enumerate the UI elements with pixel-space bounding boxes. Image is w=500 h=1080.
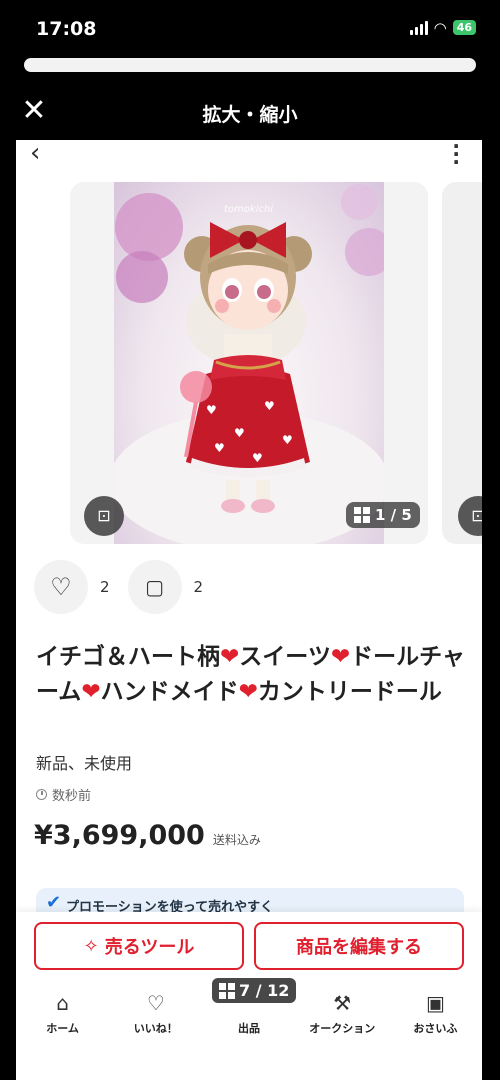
back-icon[interactable]: ‹ (30, 140, 40, 168)
tab-home[interactable]: ⌂ ホーム (16, 990, 109, 1046)
item-price: ¥3,699,000 送料込み (34, 820, 261, 851)
image-counter-text: 1 / 5 (375, 506, 412, 524)
next-image-card[interactable]: ⊡ (442, 182, 482, 544)
edit-item-label: 商品を編集する (296, 937, 422, 958)
shipping-note: 送料込み (212, 833, 261, 847)
heart-emoji-icon: ❤ (238, 679, 258, 705)
product-image-card[interactable]: ♥ ♥ ♥ ♥ ♥ ♥ tomokichi ⊡ 1 / 5 (70, 182, 428, 544)
like-button[interactable]: ♡ (34, 560, 88, 614)
clock-icon (36, 789, 47, 800)
product-photo: ♥ ♥ ♥ ♥ ♥ ♥ tomokichi (114, 182, 384, 544)
grid-icon (219, 982, 235, 999)
status-bar: 17:08 ◠ 46 (0, 0, 500, 60)
status-time: 17:08 (36, 18, 97, 40)
svg-text:♥: ♥ (282, 433, 293, 447)
sparkle-icon: ✧ (83, 935, 99, 957)
product-page: ‹ · · · ♥ ♥ ♥ ♥ ♥ ♥ tomokichi ⊡ 1 / 5 ⊡ … (16, 140, 482, 1080)
sell-tools-label: 売るツール (104, 937, 195, 958)
like-count: 2 (100, 578, 110, 596)
image-counter: 1 / 5 (346, 502, 420, 528)
gavel-icon: ⚒ (333, 991, 352, 1015)
posted-time: 数秒前 (36, 785, 91, 804)
tab-likes[interactable]: ♡ いいね！ (109, 990, 202, 1046)
svg-text:♥: ♥ (264, 399, 275, 413)
pager-text: 7 / 12 (239, 981, 290, 1000)
signal-icon (409, 20, 428, 35)
grid-icon (354, 507, 370, 523)
engagement-actions: ♡ 2 ▢ 2 (34, 560, 221, 614)
zoom-search-icon[interactable]: ⊡ (84, 496, 124, 536)
title-part: カントリードール (257, 679, 442, 705)
svg-text:♥: ♥ (214, 441, 225, 455)
sheet-grabber[interactable] (24, 58, 476, 72)
price-value: ¥3,699,000 (34, 820, 205, 851)
title-part: ハンドメイド (100, 679, 239, 705)
modal-title: 拡大・縮小 (202, 104, 298, 126)
photo-watermark: tomokichi (224, 204, 274, 215)
battery-icon: 46 (452, 20, 476, 35)
posted-time-text: 数秒前 (52, 789, 92, 804)
tab-wallet[interactable]: ▣ おさいふ (389, 990, 482, 1046)
heart-emoji-icon: ❤ (330, 644, 351, 670)
comment-icon: ▢ (145, 575, 164, 599)
heart-emoji-icon: ❤ (81, 679, 101, 705)
tab-home-label: ホーム (46, 1022, 79, 1035)
tab-auction[interactable]: ⚒ オークション (296, 990, 389, 1046)
zoom-search-icon-next[interactable]: ⊡ (458, 496, 482, 536)
item-title: イチゴ＆ハート柄❤スイーツ❤ドールチャーム❤ハンドメイド❤カントリードール (36, 640, 466, 710)
status-indicators: ◠ 46 (409, 18, 476, 37)
title-part: スイーツ (239, 644, 331, 670)
promo-icon: ✔ (46, 892, 62, 913)
comment-count: 2 (193, 578, 204, 596)
wallet-icon: ▣ (425, 991, 445, 1015)
heart-emoji-icon: ❤ (220, 644, 240, 670)
more-icon[interactable]: · · · (452, 140, 460, 172)
tab-auction-label: オークション (309, 1022, 376, 1035)
title-part: イチゴ＆ハート柄 (36, 644, 220, 670)
wifi-icon: ◠ (433, 18, 447, 37)
tab-wallet-label: おさいふ (413, 1022, 458, 1035)
sell-tools-button[interactable]: ✧ 売るツール (34, 922, 244, 970)
svg-text:♥: ♥ (252, 451, 263, 465)
home-icon: ⌂ (56, 991, 69, 1015)
screenshot-pager: 7 / 12 (212, 978, 297, 1003)
svg-text:♥: ♥ (234, 426, 245, 440)
heart-outline-icon: ♡ (146, 991, 165, 1015)
svg-text:♥: ♥ (206, 403, 217, 417)
edit-item-button[interactable]: 商品を編集する (254, 922, 464, 970)
tab-sell-label: 出品 (238, 1022, 260, 1035)
tab-likes-label: いいね！ (133, 1022, 178, 1035)
modal-header: ✕ 拡大・縮小 (0, 86, 500, 142)
item-condition: 新品、未使用 (36, 754, 133, 773)
heart-icon: ♡ (50, 573, 72, 601)
bottom-action-bar: ✧ 売るツール 商品を編集する ⌂ ホーム ♡ いいね！ 出品 ⚒ オークション (16, 912, 482, 1080)
comment-button[interactable]: ▢ (127, 560, 182, 614)
doll-illustration: ♥ ♥ ♥ ♥ ♥ ♥ (114, 184, 384, 544)
